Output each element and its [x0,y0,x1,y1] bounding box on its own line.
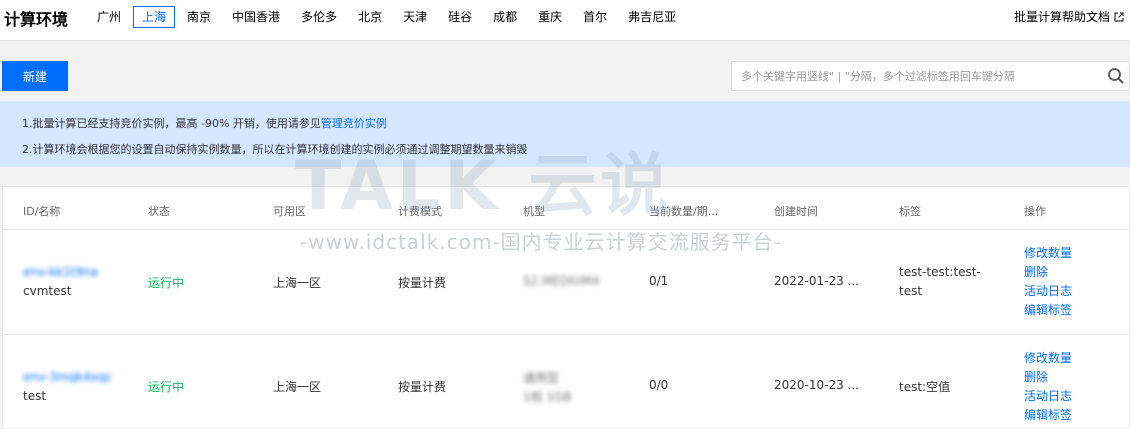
new-button[interactable]: 新建 [2,61,68,91]
region-tab-guangzhou[interactable]: 广州 [88,6,130,28]
environment-table: ID/名称 状态 可用区 计费模式 机型 当前数量/期... 创建时间 标签 操… [2,186,1130,428]
table-row: env-kk1t9na cvmtest 运行中 上海一区 按量计费 S2.MED… [3,229,1129,334]
column-header-id-name: ID/名称 [23,205,61,218]
row-actions: 修改数量 删除 活动日志 编辑标签 [1024,349,1072,425]
env-name: cvmtest [23,284,72,298]
model-cell: S2.MEDIUM4 [523,274,600,288]
model-cell-line-2: 1核 1GB [523,390,572,404]
modify-count-link[interactable]: 修改数量 [1024,244,1072,263]
column-header-zone: 可用区 [273,205,306,218]
modify-count-link[interactable]: 修改数量 [1024,349,1072,368]
edit-tags-link[interactable]: 编辑标签 [1024,301,1072,320]
region-tab-shanghai[interactable]: 上海 [133,6,176,28]
edit-tags-link[interactable]: 编辑标签 [1024,406,1072,425]
table-row: env-3mqk4xqc test 运行中 上海一区 按量计费 通用型 1核 1… [3,334,1129,429]
tag-cell-line-1: test-test:test- [899,265,981,279]
env-id-link[interactable]: env-3mqk4xqc [23,370,112,384]
search-box [731,61,1130,91]
region-tabs: 广州 上海 南京 中国香港 多伦多 北京 天津 硅谷 成都 重庆 首尔 弗吉尼亚 [88,6,688,28]
created-cell: 2020-10-23 ... [774,378,859,392]
search-input[interactable] [732,62,1101,90]
column-header-tags: 标签 [899,205,921,218]
region-tab-toronto[interactable]: 多伦多 [292,6,346,28]
column-header-model: 机型 [523,205,545,218]
delete-link[interactable]: 删除 [1024,368,1072,387]
notice-banner: 1.批量计算已经支持竞价实例，最高 -90% 开销，使用请参见管理竞价实例 2.… [0,101,1130,167]
tag-cell: test:空值 [899,380,951,394]
region-tab-beijing[interactable]: 北京 [349,6,391,28]
page-title: 计算环境 [4,10,69,29]
env-id-link[interactable]: env-kk1t9na [23,265,98,279]
billing-cell: 按量计费 [398,276,447,290]
region-tab-virginia[interactable]: 弗吉尼亚 [619,6,685,28]
column-header-actions: 操作 [1024,205,1046,218]
notice-line-1: 1.批量计算已经支持竞价实例，最高 -90% 开销，使用请参见管理竞价实例 [22,115,387,131]
region-tab-chengdu[interactable]: 成都 [484,6,526,28]
region-tab-hongkong[interactable]: 中国香港 [223,6,289,28]
delete-link[interactable]: 删除 [1024,263,1072,282]
column-header-billing: 计费模式 [398,205,442,218]
notice-line-1-text: 1.批量计算已经支持竞价实例，最高 -90% 开销，使用请参见 [22,117,321,130]
column-header-created: 创建时间 [774,205,818,218]
status-badge: 运行中 [148,380,185,394]
region-tab-tianjin[interactable]: 天津 [394,6,436,28]
column-header-status: 状态 [148,205,170,218]
region-tab-seoul[interactable]: 首尔 [574,6,616,28]
region-tab-siliconvalley[interactable]: 硅谷 [439,6,481,28]
activity-log-link[interactable]: 活动日志 [1024,282,1072,301]
top-bar: 计算环境 广州 上海 南京 中国香港 多伦多 北京 天津 硅谷 成都 重庆 首尔… [0,0,1130,41]
row-actions: 修改数量 删除 活动日志 编辑标签 [1024,244,1072,320]
help-doc-link[interactable]: 批量计算帮助文档 [1014,8,1124,25]
zone-cell: 上海一区 [273,380,322,394]
column-header-count: 当前数量/期... [649,205,719,218]
count-cell: 0/1 [649,274,669,288]
notice-line-2: 2.计算环境会根据您的设置自动保持实例数量，所以在计算环境创建的实例必须通过调整… [22,143,528,156]
status-badge: 运行中 [148,276,185,290]
created-cell: 2022-01-23 ... [774,274,859,288]
spot-instance-link[interactable]: 管理竞价实例 [321,117,387,130]
search-icon[interactable] [1107,67,1125,85]
model-cell-line-1: 通用型 [523,371,560,385]
region-tab-nanjing[interactable]: 南京 [178,6,220,28]
activity-log-link[interactable]: 活动日志 [1024,387,1072,406]
env-name: test [23,389,47,403]
zone-cell: 上海一区 [273,276,322,290]
billing-cell: 按量计费 [398,380,447,394]
help-doc-label: 批量计算帮助文档 [1013,10,1110,24]
region-tab-chongqing[interactable]: 重庆 [529,6,571,28]
count-cell: 0/0 [649,378,669,392]
tag-cell-line-2: test [899,284,923,298]
external-link-icon [1114,11,1124,22]
